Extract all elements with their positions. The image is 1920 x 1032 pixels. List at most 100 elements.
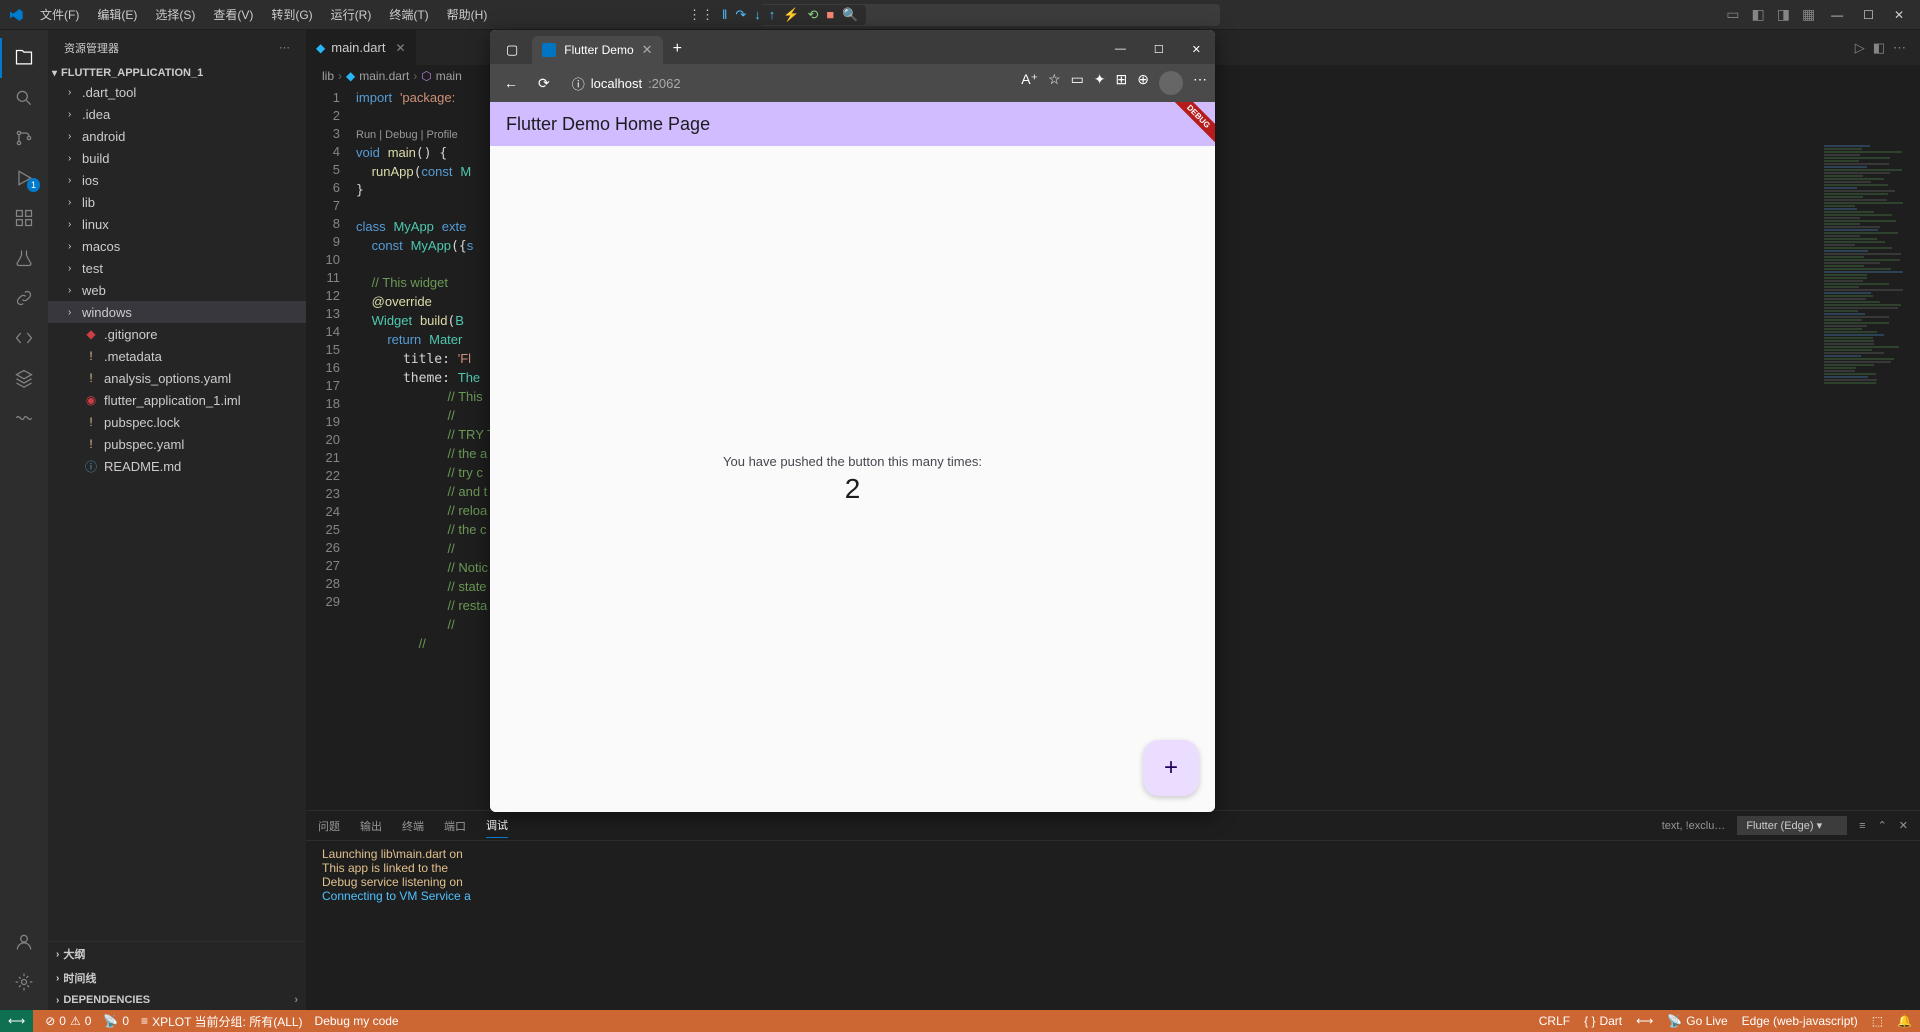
sidebar-more-icon[interactable]: ⋯ [279,41,290,54]
run-icon[interactable]: ▷ [1855,40,1865,56]
activity-layers[interactable] [0,358,48,398]
activity-scm[interactable] [0,118,48,158]
browser-tab-close-icon[interactable]: ✕ [642,42,653,58]
panel-wrap-icon[interactable]: ≡ [1859,820,1865,832]
tree-file[interactable]: !pubspec.yaml [48,433,306,455]
menu-select[interactable]: 选择(S) [147,2,203,27]
debug-drag-icon[interactable]: ⋮⋮ [688,7,714,23]
project-section-header[interactable]: ▾ FLUTTER_APPLICATION_1 [48,65,306,81]
debug-hotreload-icon[interactable]: ⚡ [783,7,799,23]
timeline-section[interactable]: ›时间线 [48,966,306,990]
menu-file[interactable]: 文件(F) [32,2,87,27]
panel-tab-terminal[interactable]: 终端 [402,814,424,838]
panel-dropdown[interactable]: Flutter (Edge) ▾ [1737,816,1847,835]
browser-favorites-icon[interactable]: ✦ [1094,71,1106,95]
tree-folder[interactable]: ›build [48,147,306,169]
status-flutter[interactable]: ⟷ [1636,1014,1653,1028]
editor-tab-main[interactable]: ◆ main.dart ✕ [306,30,417,65]
panel-filter[interactable]: text, !exclu… [1662,820,1726,832]
breadcrumb-item[interactable]: main [436,69,462,83]
browser-refresh-icon[interactable]: ⟳ [532,71,556,96]
menu-help[interactable]: 帮助(H) [439,2,496,27]
tree-folder[interactable]: ›.idea [48,103,306,125]
window-maximize-icon[interactable]: ☐ [1855,4,1882,26]
browser-maximize-icon[interactable]: ☐ [1140,35,1178,64]
debug-inspector-icon[interactable]: 🔍 [842,7,858,23]
status-feedback-icon[interactable]: ⬚ [1872,1014,1883,1028]
status-remote[interactable]: ⟷ [0,1010,33,1032]
browser-favorite-icon[interactable]: ☆ [1048,71,1061,95]
flutter-fab-button[interactable]: + [1143,740,1199,796]
tree-folder[interactable]: ›android [48,125,306,147]
activity-wave[interactable] [0,398,48,438]
layout-right-icon[interactable]: ◨ [1773,4,1794,26]
panel-maximize-icon[interactable]: ⌃ [1878,819,1887,832]
tree-folder[interactable]: ›.dart_tool [48,81,306,103]
browser-close-icon[interactable]: ✕ [1178,35,1215,64]
panel-tab-problems[interactable]: 问题 [318,814,340,838]
status-errors[interactable]: ⊘ 0 ⚠ 0 [45,1014,91,1028]
window-minimize-icon[interactable]: — [1823,4,1851,26]
tree-folder[interactable]: ›windows [48,301,306,323]
section-expand-icon[interactable]: › [294,994,298,1006]
editor-more-icon[interactable]: ⋯ [1893,40,1906,56]
activity-account[interactable] [0,922,48,962]
activity-test[interactable] [0,238,48,278]
window-close-icon[interactable]: ✕ [1886,4,1912,26]
activity-search[interactable] [0,78,48,118]
layout-panel-icon[interactable]: ▭ [1722,4,1743,26]
browser-collections-icon[interactable]: ⊞ [1116,71,1128,95]
panel-tab-debug[interactable]: 调试 [486,813,508,838]
status-encoding[interactable]: CRLF [1539,1014,1570,1028]
minimap[interactable] [1820,144,1920,810]
panel-tab-output[interactable]: 输出 [360,814,382,838]
tab-close-icon[interactable]: ✕ [395,41,405,55]
split-icon[interactable]: ◧ [1873,40,1885,56]
tree-folder[interactable]: ›lib [48,191,306,213]
status-target[interactable]: Edge (web-javascript) [1742,1014,1858,1028]
panel-close-icon[interactable]: ✕ [1899,819,1908,832]
menu-edit[interactable]: 编辑(E) [89,2,145,27]
debug-pause-icon[interactable]: ‖ [722,7,727,22]
tree-file[interactable]: !analysis_options.yaml [48,367,306,389]
menu-terminal[interactable]: 终端(T) [381,2,436,27]
debug-stepover-icon[interactable]: ↷ [735,7,746,23]
debug-restart-icon[interactable]: ⟲ [807,7,818,23]
activity-link[interactable] [0,278,48,318]
panel-tab-ports[interactable]: 端口 [444,814,466,838]
browser-more-icon[interactable]: ⋯ [1193,71,1207,95]
menu-view[interactable]: 查看(V) [205,2,261,27]
status-port[interactable]: 📡 0 [103,1014,129,1028]
browser-newtab-icon[interactable]: + [663,34,692,64]
debug-stepin-icon[interactable]: ↓ [754,7,761,22]
activity-debug[interactable]: 1 [0,158,48,198]
tree-folder[interactable]: ›test [48,257,306,279]
dependencies-section[interactable]: ›DEPENDENCIES› [48,990,306,1010]
status-xplot[interactable]: ≡ XPLOT 当前分组: 所有(ALL) [141,1013,303,1030]
menu-run[interactable]: 运行(R) [323,2,380,27]
status-debug[interactable]: Debug my code [315,1014,399,1028]
browser-tab-overview-icon[interactable]: ▢ [496,36,528,64]
debug-console[interactable]: Launching lib\main.dart on This app is l… [306,841,1920,1010]
status-golive[interactable]: 📡 Go Live [1667,1014,1727,1028]
menu-goto[interactable]: 转到(G) [263,2,320,27]
activity-explorer[interactable] [0,38,48,78]
browser-avatar[interactable] [1159,71,1183,95]
outline-section[interactable]: ›大纲 [48,942,306,966]
breadcrumb-item[interactable]: main.dart [359,69,409,83]
browser-tab[interactable]: Flutter Demo ✕ [532,36,662,64]
browser-reading-icon[interactable]: ▭ [1071,71,1084,95]
tree-folder[interactable]: ›ios [48,169,306,191]
tree-file[interactable]: !pubspec.lock [48,411,306,433]
tree-file[interactable]: !.metadata [48,345,306,367]
browser-back-icon[interactable]: ← [498,71,524,95]
browser-minimize-icon[interactable]: — [1101,35,1140,64]
browser-readaloud-icon[interactable]: A⁺ [1021,71,1038,95]
activity-tag[interactable] [0,318,48,358]
tree-file[interactable]: ⓘREADME.md [48,455,306,477]
activity-extensions[interactable] [0,198,48,238]
site-info-icon[interactable]: ⓘ [572,74,585,93]
breadcrumb-item[interactable]: lib [322,69,334,83]
status-bell-icon[interactable]: 🔔 [1897,1014,1912,1028]
layout-customize-icon[interactable]: ▦ [1798,4,1819,26]
